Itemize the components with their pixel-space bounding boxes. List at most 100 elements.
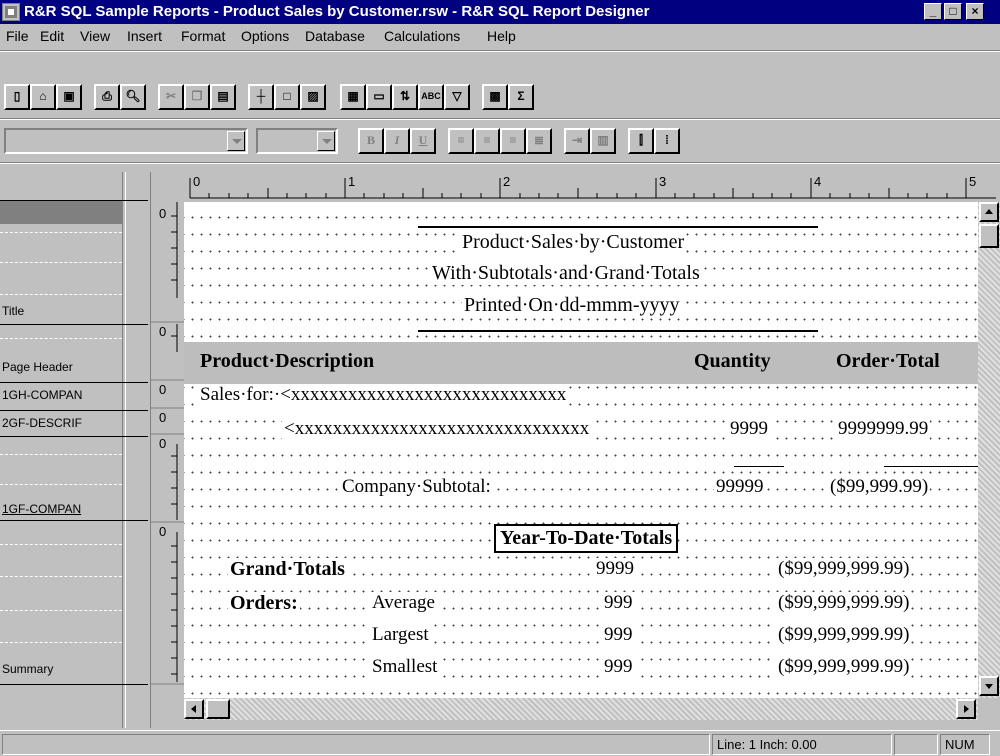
menu-format[interactable]: Format [181,28,225,44]
report-title[interactable]: Product·Sales·by·Customer [460,231,687,254]
indent-icon[interactable]: ⇥ [564,128,590,154]
chevron-down-icon[interactable] [317,131,335,151]
new-icon[interactable]: ▯ [4,84,30,110]
band-boundary [0,684,148,685]
grid-icon[interactable]: ⁞ [654,128,680,154]
subtotal-quantity[interactable]: 99999 [714,476,766,498]
print-icon[interactable]: ⎙ [94,84,120,110]
calculator-icon[interactable]: ▩ [482,84,508,110]
paste-icon[interactable]: ▤ [210,84,236,110]
table-icon[interactable]: ▦ [340,84,366,110]
minimize-button[interactable]: _ [924,3,942,20]
menu-help[interactable]: Help [487,28,516,44]
horizontal-scrollbar[interactable] [184,698,978,720]
menu-database[interactable]: Database [305,28,365,44]
smallest-amount[interactable]: ($99,999,999.99) [776,656,912,678]
product-description-field[interactable]: <xxxxxxxxxxxxxxxxxxxxxxxxxxxxxxx [282,418,592,440]
average-amount[interactable]: ($99,999,999.99) [776,592,912,614]
company-subtotal-label[interactable]: Company·Subtotal: [340,476,493,498]
scroll-right-button[interactable] [956,699,976,719]
ruler-mark-4: 4 [814,174,822,189]
band-divider [0,232,122,233]
column-header-quantity[interactable]: Quantity [692,350,773,373]
order-total-field[interactable]: 9999999.99 [836,418,931,440]
year-to-date-totals-label[interactable]: Year-To-Date·Totals [494,524,679,553]
menu-file[interactable]: File [6,28,29,44]
filter-icon[interactable]: ▽ [444,84,470,110]
largest-quantity[interactable]: 999 [602,624,635,646]
sort-icon[interactable]: ⇅ [392,84,418,110]
column-header-order-total[interactable]: Order·Total [834,350,942,373]
align-right-icon[interactable]: ≡ [500,128,526,154]
cut-icon[interactable]: ✂ [158,84,184,110]
report-printed-on[interactable]: Printed·On·dd-mmm-yyyy [462,294,682,317]
band-boundary [0,324,148,325]
field-height-icon[interactable]: ⫿ [628,128,654,154]
menu-view[interactable]: View [80,28,110,44]
align-left-icon[interactable]: ≡ [448,128,474,154]
chevron-down-icon[interactable] [227,131,245,151]
largest-amount[interactable]: ($99,999,999.99) [776,624,912,646]
menu-edit[interactable]: Edit [40,28,64,44]
band-label-1gf-company[interactable]: 1GF-COMPAN [2,502,120,516]
largest-label[interactable]: Largest [370,624,431,646]
align-center-icon[interactable]: ≡ [474,128,500,154]
band-divider [0,294,122,295]
average-label[interactable]: Average [370,592,437,614]
save-icon[interactable]: ▣ [56,84,82,110]
report-canvas[interactable]: Product·Sales·by·Customer With·Subtotals… [184,202,978,698]
grand-totals-quantity[interactable]: 9999 [594,558,636,580]
fields-icon[interactable]: ▭ [366,84,392,110]
copy-icon[interactable]: ❐ [184,84,210,110]
window-title: R&R SQL Sample Reports - Product Sales b… [24,3,650,20]
text-field-icon[interactable]: ABC [418,84,444,110]
underline-button[interactable]: U [410,128,436,154]
sum-icon[interactable]: Σ [508,84,534,110]
print-preview-icon[interactable]: 🔍︎ [120,84,146,110]
menu-insert[interactable]: Insert [127,28,162,44]
band-boundary [0,382,148,383]
font-combo[interactable] [4,128,248,154]
band-label-2gf-description[interactable]: 2GF-DESCRIF [2,416,120,430]
column-header-description[interactable]: Product·Description [198,350,377,373]
scroll-up-button[interactable] [979,202,999,222]
grand-totals-amount[interactable]: ($99,999,999.99) [776,558,912,580]
justify-icon[interactable]: ≣ [526,128,552,154]
average-quantity[interactable]: 999 [602,592,635,614]
report-subtitle[interactable]: With·Subtotals·and·Grand·Totals [430,262,702,285]
bold-button[interactable]: B [358,128,384,154]
insert-line-icon[interactable]: ┼ [248,84,274,110]
smallest-quantity[interactable]: 999 [602,656,635,678]
menu-calculations[interactable]: Calculations [384,28,460,44]
band-label-title[interactable]: Title [2,304,120,318]
quantity-field[interactable]: 9999 [728,418,770,440]
menu-options[interactable]: Options [241,28,289,44]
vertical-scrollbar[interactable] [978,202,1000,698]
scroll-down-button[interactable] [979,676,999,696]
grand-totals-label[interactable]: Grand·Totals [228,558,347,581]
band-label-page-header[interactable]: Page Header [2,360,120,374]
hscroll-thumb[interactable] [206,699,230,719]
close-button[interactable]: × [966,3,984,20]
insert-box-icon[interactable]: □ [274,84,300,110]
italic-button[interactable]: I [384,128,410,154]
title-bar: R&R SQL Sample Reports - Product Sales b… [0,0,1000,24]
arrow-right-icon [964,705,969,713]
scroll-thumb[interactable] [979,224,999,248]
toolbar-divider [0,50,1000,52]
open-icon[interactable]: ⌂ [30,84,56,110]
sales-for-field[interactable]: Sales·for:·<xxxxxxxxxxxxxxxxxxxxxxxxxxxx… [198,384,569,406]
band-label-summary[interactable]: Summary [2,662,120,676]
font-size-combo[interactable] [256,128,338,154]
app-icon[interactable] [2,3,20,21]
maximize-button[interactable]: □ [944,3,962,20]
scroll-left-button[interactable] [184,699,204,719]
ruler-mark-1: 1 [348,174,356,189]
band-label-1gh-company[interactable]: 1GH-COMPAN [2,388,120,402]
delete-icon[interactable]: ▥ [590,128,616,154]
orders-label[interactable]: Orders: [228,592,300,615]
subtotal-amount[interactable]: ($99,999.99) [828,476,931,498]
insert-picture-icon[interactable]: ▨ [300,84,326,110]
toolbar-divider [0,118,1000,120]
smallest-label[interactable]: Smallest [370,656,440,678]
